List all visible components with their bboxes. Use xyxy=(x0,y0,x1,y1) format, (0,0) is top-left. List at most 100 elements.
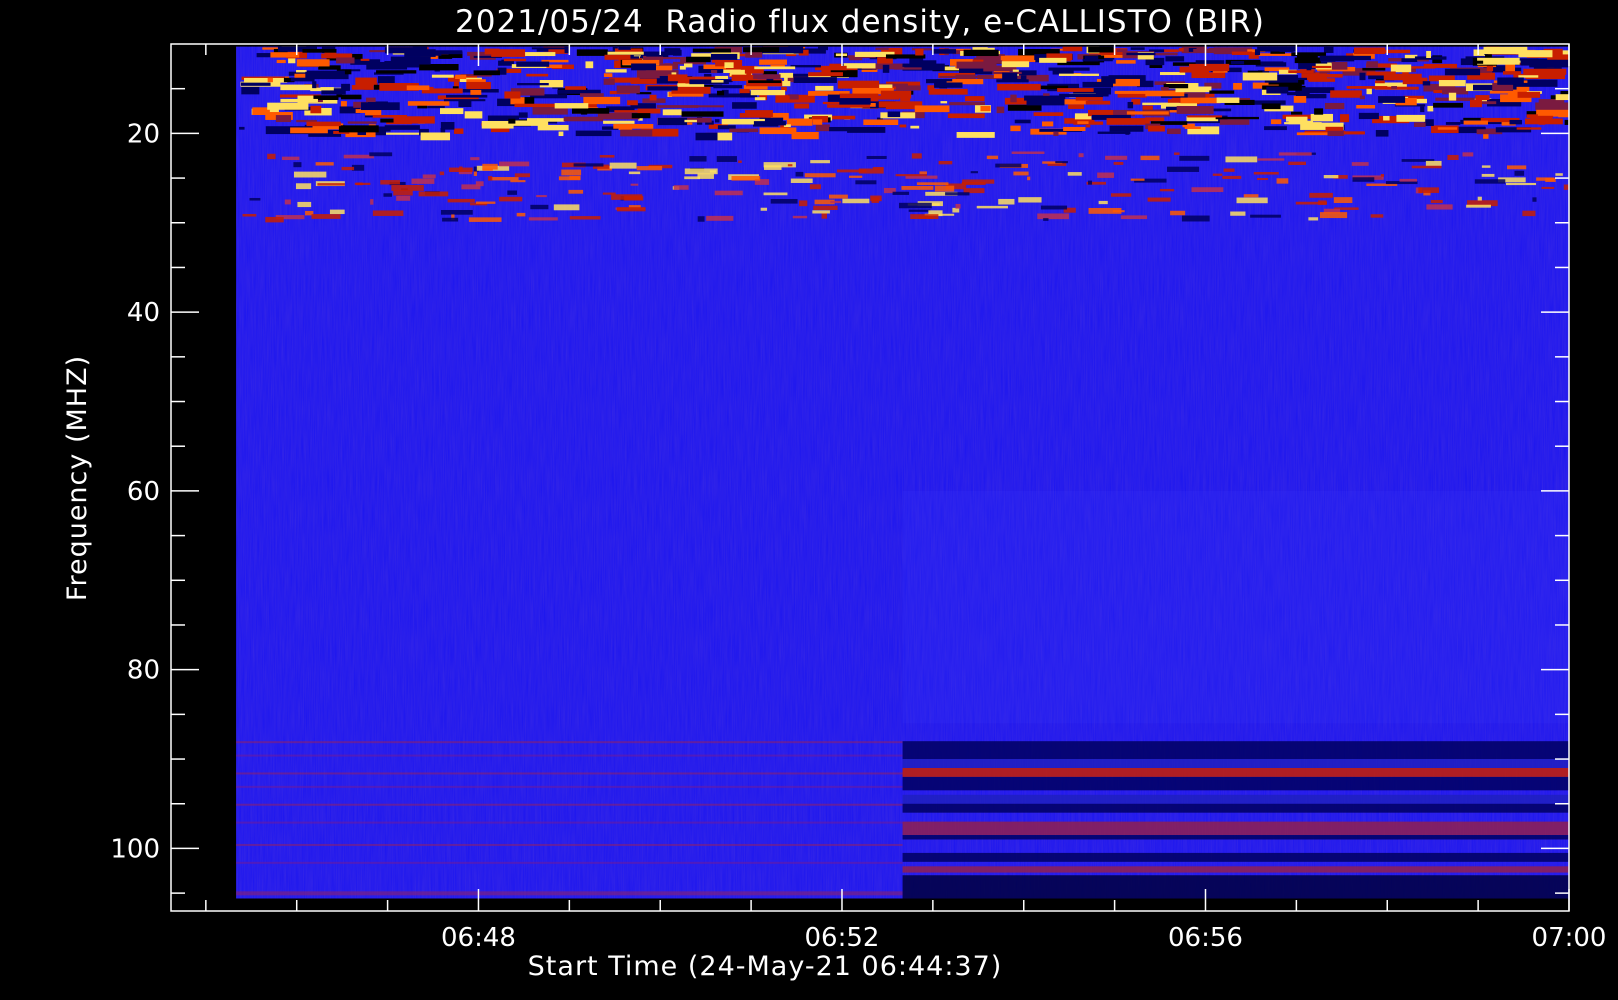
interference-patch xyxy=(1007,104,1042,111)
interference-patch xyxy=(708,93,752,98)
band-streak xyxy=(902,794,1569,804)
interference-patch xyxy=(297,201,312,208)
interference-patch xyxy=(1088,46,1114,53)
interference-patch xyxy=(895,174,927,177)
interference-patch xyxy=(812,210,830,214)
interference-patch xyxy=(732,102,757,109)
interference-patch xyxy=(1126,52,1156,56)
interference-patch xyxy=(507,190,517,195)
interference-patch xyxy=(1507,165,1527,170)
interference-patch xyxy=(1310,113,1333,122)
interference-patch xyxy=(1160,87,1169,91)
interference-patch xyxy=(934,185,955,192)
interference-patch xyxy=(1462,152,1474,157)
interference-patch xyxy=(468,217,502,222)
interference-patch xyxy=(516,212,526,217)
interference-patch xyxy=(315,162,334,166)
interference-patch xyxy=(646,53,668,57)
interference-patch xyxy=(697,216,705,222)
interference-patch xyxy=(956,132,995,138)
interference-patch xyxy=(986,155,999,160)
interference-patch xyxy=(804,173,836,178)
interference-patch xyxy=(739,113,771,118)
interference-patch xyxy=(1323,46,1334,53)
interference-patch xyxy=(1167,166,1200,172)
interference-patch xyxy=(1352,177,1375,182)
interference-patch xyxy=(1509,119,1522,125)
interference-patch xyxy=(439,171,445,176)
interference-patch xyxy=(1477,196,1482,201)
interference-patch xyxy=(949,102,985,106)
interference-patch xyxy=(536,47,549,52)
interference-patch xyxy=(1209,90,1235,94)
interference-patch xyxy=(1243,194,1259,198)
interference-patch xyxy=(306,121,341,127)
interference-patch xyxy=(787,164,793,167)
interference-patch xyxy=(837,80,880,89)
interference-patch xyxy=(1291,111,1303,115)
interference-patch xyxy=(739,88,750,94)
interference-patch xyxy=(1359,95,1365,100)
interference-patch xyxy=(609,162,637,169)
interference-patch xyxy=(938,161,953,165)
interference-patch xyxy=(1116,60,1136,64)
interference-patch xyxy=(376,70,417,74)
interference-patch xyxy=(360,58,370,61)
interference-patch xyxy=(1462,127,1486,130)
interference-patch xyxy=(558,176,581,181)
interference-patch xyxy=(762,71,777,75)
interference-patch xyxy=(980,105,991,112)
interference-patch xyxy=(1370,214,1384,218)
interference-patch xyxy=(1048,67,1090,71)
interference-patch xyxy=(1545,177,1556,182)
interference-patch xyxy=(714,119,720,123)
interference-patch xyxy=(729,128,759,133)
interference-patch xyxy=(1057,88,1094,92)
band-streak xyxy=(902,852,1569,862)
interference-patch xyxy=(1257,158,1285,161)
x-tick-label: 06:56 xyxy=(1168,923,1243,953)
interference-patch xyxy=(476,201,496,204)
interference-patch xyxy=(1288,161,1307,166)
interference-patch xyxy=(662,109,682,116)
interference-patch xyxy=(1563,184,1569,190)
interference-patch xyxy=(628,171,641,175)
interference-patch xyxy=(504,91,521,99)
interference-patch xyxy=(1114,90,1149,94)
interference-patch xyxy=(1485,54,1492,58)
interference-patch xyxy=(1264,126,1287,131)
interference-patch xyxy=(1555,94,1569,101)
interference-patch xyxy=(580,108,588,115)
x-axis-label: Start Time (24-May-21 06:44:37) xyxy=(528,951,1003,982)
interference-patch xyxy=(1002,72,1018,81)
band-streak xyxy=(236,772,903,775)
interference-patch xyxy=(770,198,798,204)
interference-patch xyxy=(827,104,871,108)
interference-patch xyxy=(239,126,245,130)
interference-patch xyxy=(1518,50,1553,58)
interference-patch xyxy=(1106,118,1150,125)
interference-patch xyxy=(1087,180,1093,185)
interference-patch xyxy=(1390,64,1412,73)
interference-patch xyxy=(1191,187,1224,193)
interference-patch xyxy=(312,81,317,89)
interference-patch xyxy=(302,48,337,53)
interference-patch xyxy=(1256,178,1269,181)
interference-patch xyxy=(631,113,651,119)
interference-patch xyxy=(792,215,808,219)
interference-patch xyxy=(1447,154,1459,161)
interference-patch xyxy=(616,85,640,94)
interference-patch xyxy=(503,58,527,62)
interference-patch xyxy=(440,122,455,130)
interference-patch xyxy=(1179,155,1210,161)
interference-patch xyxy=(717,132,733,141)
interference-patch xyxy=(754,97,766,101)
band-streak xyxy=(902,866,1569,873)
interference-patch xyxy=(1026,74,1049,82)
interference-patch xyxy=(724,62,734,69)
interference-patch xyxy=(1082,81,1113,88)
interference-patch xyxy=(317,183,345,186)
interference-patch xyxy=(812,119,823,125)
interference-patch xyxy=(508,118,516,124)
interference-patch xyxy=(895,85,921,91)
